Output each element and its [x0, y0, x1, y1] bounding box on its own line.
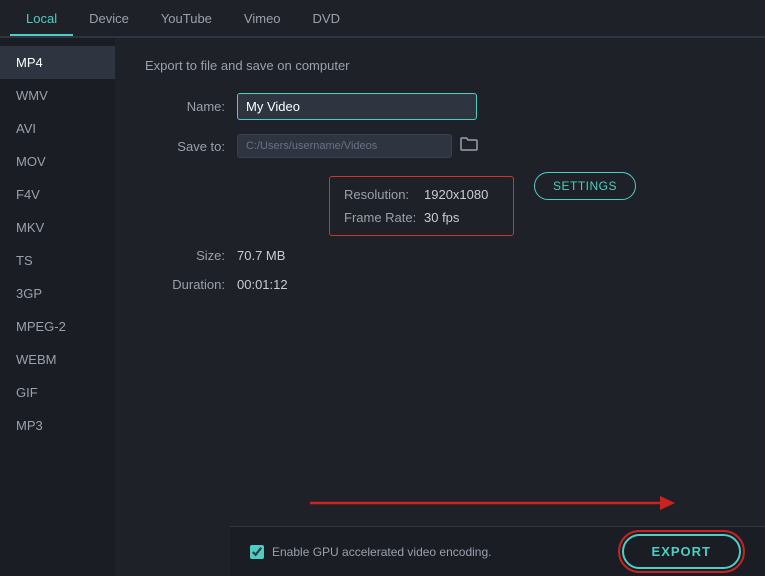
sidebar-item-ts[interactable]: TS	[0, 244, 115, 277]
gpu-checkbox[interactable]	[250, 545, 264, 559]
top-navigation: Local Device YouTube Vimeo DVD	[0, 0, 765, 38]
sidebar-item-mpeg2[interactable]: MPEG-2	[0, 310, 115, 343]
sidebar-item-mkv[interactable]: MKV	[0, 211, 115, 244]
sidebar-item-gif[interactable]: GIF	[0, 376, 115, 409]
name-row: Name:	[145, 93, 735, 120]
save-to-row: Save to: C:/Users/username/Videos	[145, 134, 735, 158]
bottom-bar: Enable GPU accelerated video encoding. E…	[230, 526, 765, 576]
export-content: Export to file and save on computer Name…	[115, 38, 765, 576]
size-row: Size: 70.7 MB	[145, 248, 735, 263]
frame-rate-value: 30 fps	[424, 210, 459, 225]
tab-youtube[interactable]: YouTube	[145, 3, 228, 34]
sidebar-item-wmv[interactable]: WMV	[0, 79, 115, 112]
name-input[interactable]	[237, 93, 477, 120]
sidebar-item-mp3[interactable]: MP3	[0, 409, 115, 442]
resolution-row: Resolution: 1920x1080	[344, 187, 499, 202]
export-button-wrapper: EXPORT	[618, 530, 745, 573]
red-arrow-annotation	[230, 478, 720, 528]
tab-local[interactable]: Local	[10, 3, 73, 34]
section-title: Export to file and save on computer	[145, 58, 735, 73]
duration-row: Duration: 00:01:12	[145, 277, 735, 292]
save-path-display: C:/Users/username/Videos	[237, 134, 452, 158]
duration-label: Duration:	[145, 277, 225, 292]
sidebar-item-mp4[interactable]: MP4	[0, 46, 115, 79]
video-info-box: Resolution: 1920x1080 Frame Rate: 30 fps	[329, 176, 514, 236]
sidebar-item-webm[interactable]: WEBM	[0, 343, 115, 376]
main-layout: MP4 WMV AVI MOV F4V MKV TS 3GP MPEG-2 WE…	[0, 38, 765, 576]
format-sidebar: MP4 WMV AVI MOV F4V MKV TS 3GP MPEG-2 WE…	[0, 38, 115, 576]
duration-value: 00:01:12	[237, 277, 288, 292]
gpu-encoding-label[interactable]: Enable GPU accelerated video encoding.	[250, 545, 491, 559]
save-to-label: Save to:	[145, 139, 225, 154]
resolution-value: 1920x1080	[424, 187, 488, 202]
sidebar-item-f4v[interactable]: F4V	[0, 178, 115, 211]
sidebar-item-avi[interactable]: AVI	[0, 112, 115, 145]
sidebar-item-3gp[interactable]: 3GP	[0, 277, 115, 310]
resolution-label: Resolution:	[344, 187, 424, 202]
size-value: 70.7 MB	[237, 248, 285, 263]
browse-folder-button[interactable]	[460, 136, 478, 157]
tab-vimeo[interactable]: Vimeo	[228, 3, 297, 34]
save-to-controls: C:/Users/username/Videos	[237, 134, 478, 158]
tab-dvd[interactable]: DVD	[297, 3, 356, 34]
settings-button[interactable]: SETTINGS	[534, 172, 636, 200]
export-button[interactable]: EXPORT	[622, 534, 741, 569]
frame-rate-label: Frame Rate:	[344, 210, 424, 225]
tab-device[interactable]: Device	[73, 3, 145, 34]
name-label: Name:	[145, 99, 225, 114]
size-label: Size:	[145, 248, 225, 263]
sidebar-item-mov[interactable]: MOV	[0, 145, 115, 178]
frame-rate-row: Frame Rate: 30 fps	[344, 210, 499, 225]
